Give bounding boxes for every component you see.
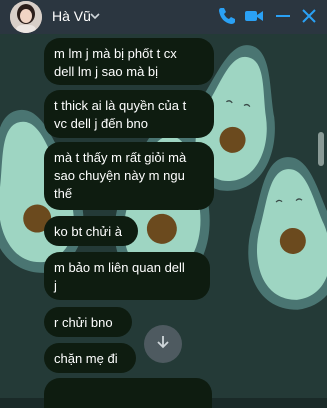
arrow-down-icon xyxy=(154,333,172,356)
chat-header: Hà Vũ xyxy=(0,0,327,34)
scroll-to-bottom-button[interactable] xyxy=(144,325,182,363)
message-bubble[interactable]: r chửi bno xyxy=(44,307,132,337)
message-bubble[interactable]: chặn mẹ đi xyxy=(44,343,136,373)
message-bubble[interactable]: m bảo m liên quan dell j xyxy=(44,252,210,300)
message-bubble[interactable]: mà t thấy m rất giỏi mà sao chuyện này m… xyxy=(44,142,214,210)
video-icon[interactable] xyxy=(243,5,265,27)
minimize-icon[interactable] xyxy=(272,5,294,27)
avatar[interactable] xyxy=(10,1,42,33)
close-icon[interactable] xyxy=(298,5,320,27)
phone-icon[interactable] xyxy=(216,5,238,27)
message-bubble-partial xyxy=(44,378,212,408)
message-bubble[interactable]: m lm j mà bị phốt t cx dell lm j sao mà … xyxy=(44,38,214,85)
message-bubble[interactable]: t thick ai là quyền của t vc dell j đến … xyxy=(44,90,214,138)
chevron-down-icon[interactable] xyxy=(89,9,101,27)
scrollbar-thumb[interactable] xyxy=(318,132,324,166)
contact-name[interactable]: Hà Vũ xyxy=(52,8,91,24)
message-bubble[interactable]: ko bt chửi à xyxy=(44,216,138,246)
